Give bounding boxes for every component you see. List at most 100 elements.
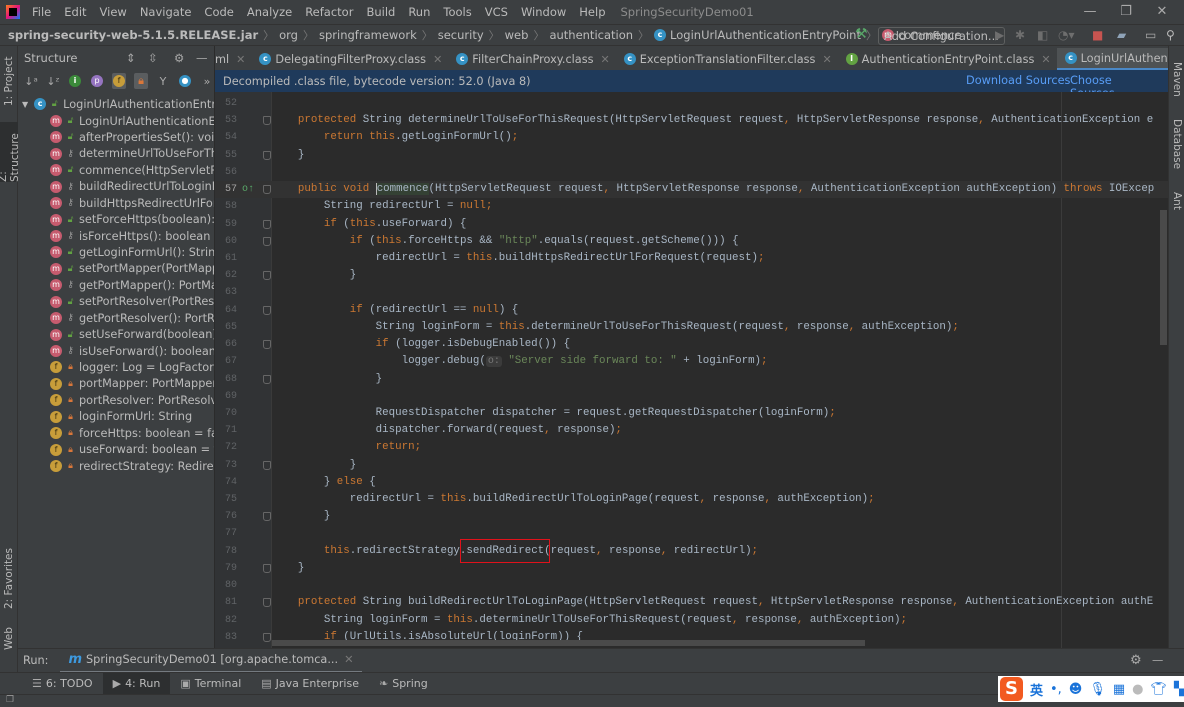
tree-item-method[interactable]: m 🔓︎ setPortResolver(PortResolver [50, 294, 214, 310]
project-structure-icon[interactable]: ▰ [1117, 28, 1126, 42]
tree-item-method[interactable]: m 🔓︎ commence(HttpServletRequest [50, 162, 214, 178]
code-line[interactable]: 75 redirectUrl = this.buildRedirectUrlTo… [215, 491, 1168, 508]
code-line[interactable]: 72 return; [215, 439, 1168, 456]
close-tab-icon[interactable]: ✕ [822, 53, 831, 66]
fold-marker-icon[interactable] [263, 219, 271, 229]
bottom-tab[interactable]: ▤ Java Enterprise [251, 673, 369, 695]
tree-item-field[interactable]: f 🔒︎ portResolver: PortResolver = [50, 392, 214, 408]
fold-marker-icon[interactable] [263, 512, 271, 522]
tree-item-method[interactable]: m ⚷ getPortResolver(): PortResolver [50, 310, 214, 326]
tool-tab-maven[interactable]: Maven [1169, 56, 1184, 102]
tree-item-method[interactable]: m ⚷ buildHttpsRedirectUrlForRequest [50, 195, 214, 211]
stop-icon[interactable]: ■ [1092, 28, 1103, 42]
menu-tools[interactable]: Tools [437, 5, 478, 19]
gear-icon[interactable]: ⚙ [174, 51, 184, 65]
tool-tab-ant[interactable]: Ant [1169, 184, 1184, 218]
code-line[interactable]: 55 } [215, 147, 1168, 164]
show-lambdas-icon[interactable]: Y [156, 73, 170, 89]
menu-code[interactable]: Code [198, 5, 240, 19]
tree-item-method[interactable]: m ⚷ isForceHttps(): boolean [50, 228, 210, 244]
code-line[interactable]: 71 dispatcher.forward(request, response)… [215, 422, 1168, 439]
tree-item-field[interactable]: f 🔒︎ portMapper: PortMapper = n [50, 376, 214, 392]
run-config-tab[interactable]: m SpringSecurityDemo01 [org.apache.tomca… [60, 649, 362, 673]
code-line[interactable]: 64 if (redirectUrl == null) { [215, 302, 1168, 319]
code-line[interactable]: 79 } [215, 560, 1168, 577]
show-non-public-icon[interactable]: 🔒︎ [134, 73, 148, 89]
search-everywhere-icon[interactable]: ⚲ [1166, 28, 1175, 42]
download-sources-link[interactable]: Download Sources [966, 74, 1070, 87]
build-hammer-icon[interactable]: ⚒ [855, 26, 868, 42]
editor-tab[interactable]: c ExceptionTranslationFilter.class ✕ [616, 48, 838, 70]
breadcrumb-springframework[interactable]: springframework [316, 28, 420, 42]
fold-marker-icon[interactable] [263, 460, 271, 470]
tool-tab-web[interactable]: Web [0, 626, 18, 652]
sort-by-visibility-icon[interactable]: ↓ᵃ [24, 73, 38, 89]
code-line[interactable]: 63 [215, 284, 1168, 301]
show-fields-icon[interactable]: f [112, 73, 126, 89]
close-tab-icon[interactable]: ✕ [1041, 53, 1050, 66]
breadcrumb-authentication[interactable]: authentication [546, 28, 636, 42]
code-line[interactable]: 78 this.redirectStrategy.sendRedirect(re… [215, 538, 1168, 563]
coverage-icon[interactable]: ◧ [1037, 28, 1048, 42]
tool-tab-database[interactable]: Database [1169, 116, 1184, 172]
tree-root-class[interactable]: ▼ c 🔓︎ LoginUrlAuthenticationEntryPoint [22, 96, 214, 112]
code-line[interactable]: 65 String loginForm = this.determineUrlT… [215, 319, 1168, 336]
ime-punctuation-toggle[interactable]: •, [1050, 682, 1062, 697]
show-properties-icon[interactable]: p [90, 73, 104, 89]
code-line[interactable]: 69 [215, 388, 1168, 405]
menu-run[interactable]: Run [402, 5, 437, 19]
user-icon[interactable]: ● [1132, 682, 1143, 697]
tree-item-field[interactable]: f 🔒︎ loginFormUrl: String [50, 409, 192, 425]
menu-file[interactable]: File [26, 5, 58, 19]
vertical-scrollbar[interactable] [1160, 210, 1167, 345]
tree-item-field[interactable]: f 🔒︎ logger: Log = LogFactory.get [50, 359, 214, 375]
fold-marker-icon[interactable] [263, 185, 271, 195]
tree-item-method[interactable]: m ⚷ getPortMapper(): PortMapper [50, 277, 214, 293]
code-line[interactable]: 57 o↑ public void commence(HttpServletReq… [215, 181, 1168, 199]
toggle-tool-windows-icon[interactable]: ❐ [6, 695, 14, 705]
horizontal-scrollbar[interactable] [272, 640, 865, 646]
editor-tab[interactable]: c FilterChainProxy.class ✕ [448, 48, 615, 70]
code-line[interactable]: 77 [215, 525, 1168, 542]
tree-item-method[interactable]: m ⚷ determineUrlToUseForThisRequest [50, 146, 214, 162]
fold-marker-icon[interactable] [263, 374, 271, 384]
bottom-tab[interactable]: ❧ Spring [369, 673, 438, 695]
debug-icon[interactable]: ✱ [1015, 28, 1025, 42]
fold-marker-icon[interactable] [263, 150, 271, 160]
code-line[interactable]: 74 } else { [215, 474, 1168, 491]
menu-refactor[interactable]: Refactor [299, 5, 360, 19]
breadcrumb-class[interactable]: c LoginUrlAuthenticationEntryPoint [651, 28, 864, 42]
profile-icon[interactable]: ◔▾ [1058, 28, 1075, 42]
toolbox-grid-icon[interactable]: ▚ [1174, 682, 1184, 697]
code-line[interactable]: 81 protected String buildRedirectUrlToLo… [215, 594, 1168, 611]
editor-tab[interactable]: I AuthenticationEntryPoint.class ✕ [838, 48, 1057, 70]
terminal-window-icon[interactable]: ▭ [1145, 28, 1156, 42]
code-line[interactable]: 59 if (this.useForward) { [215, 216, 1168, 233]
code-line[interactable]: 76 } [215, 508, 1168, 525]
code-line[interactable]: 67 logger.debug(o: "Server side forward … [215, 353, 1168, 370]
close-tab-icon[interactable]: ✕ [236, 53, 245, 66]
menu-window[interactable]: Window [515, 5, 573, 19]
breadcrumb-jar[interactable]: spring-security-web-5.1.5.RELEASE.jar [0, 28, 261, 42]
close-tab-icon[interactable]: ✕ [601, 53, 610, 66]
breadcrumb-security[interactable]: security [435, 28, 487, 42]
close-run-tab-icon[interactable]: ✕ [344, 653, 353, 666]
code-line[interactable]: 70 RequestDispatcher dispatcher = reques… [215, 405, 1168, 422]
code-line[interactable]: 73 } [215, 457, 1168, 474]
skin-shirt-icon[interactable]: 👕︎ [1150, 682, 1167, 697]
breadcrumb-org[interactable]: org [276, 28, 301, 42]
bottom-tab[interactable]: ☰ 6: TODO [22, 673, 103, 695]
menu-analyze[interactable]: Analyze [241, 5, 299, 19]
code-line[interactable]: 62 } [215, 267, 1168, 284]
fold-marker-icon[interactable] [263, 598, 271, 608]
tool-tab-structure[interactable]: Z: Structure [0, 122, 21, 182]
run-icon[interactable]: ▶ [995, 28, 1004, 42]
code-line[interactable]: 82 String loginForm = this.determineUrlT… [215, 612, 1168, 629]
menu-edit[interactable]: Edit [58, 5, 93, 19]
tree-item-field[interactable]: f 🔒︎ useForward: boolean = false [50, 442, 214, 458]
tool-tab-favorites[interactable]: 2: Favorites [0, 546, 18, 612]
bottom-tab[interactable]: ▣ Terminal [170, 673, 251, 695]
tool-tab-project[interactable]: 1: Project [0, 52, 18, 110]
breadcrumb-web[interactable]: web [502, 28, 532, 42]
tree-item-field[interactable]: f 🔒︎ redirectStrategy: RedirectStra [50, 458, 214, 474]
